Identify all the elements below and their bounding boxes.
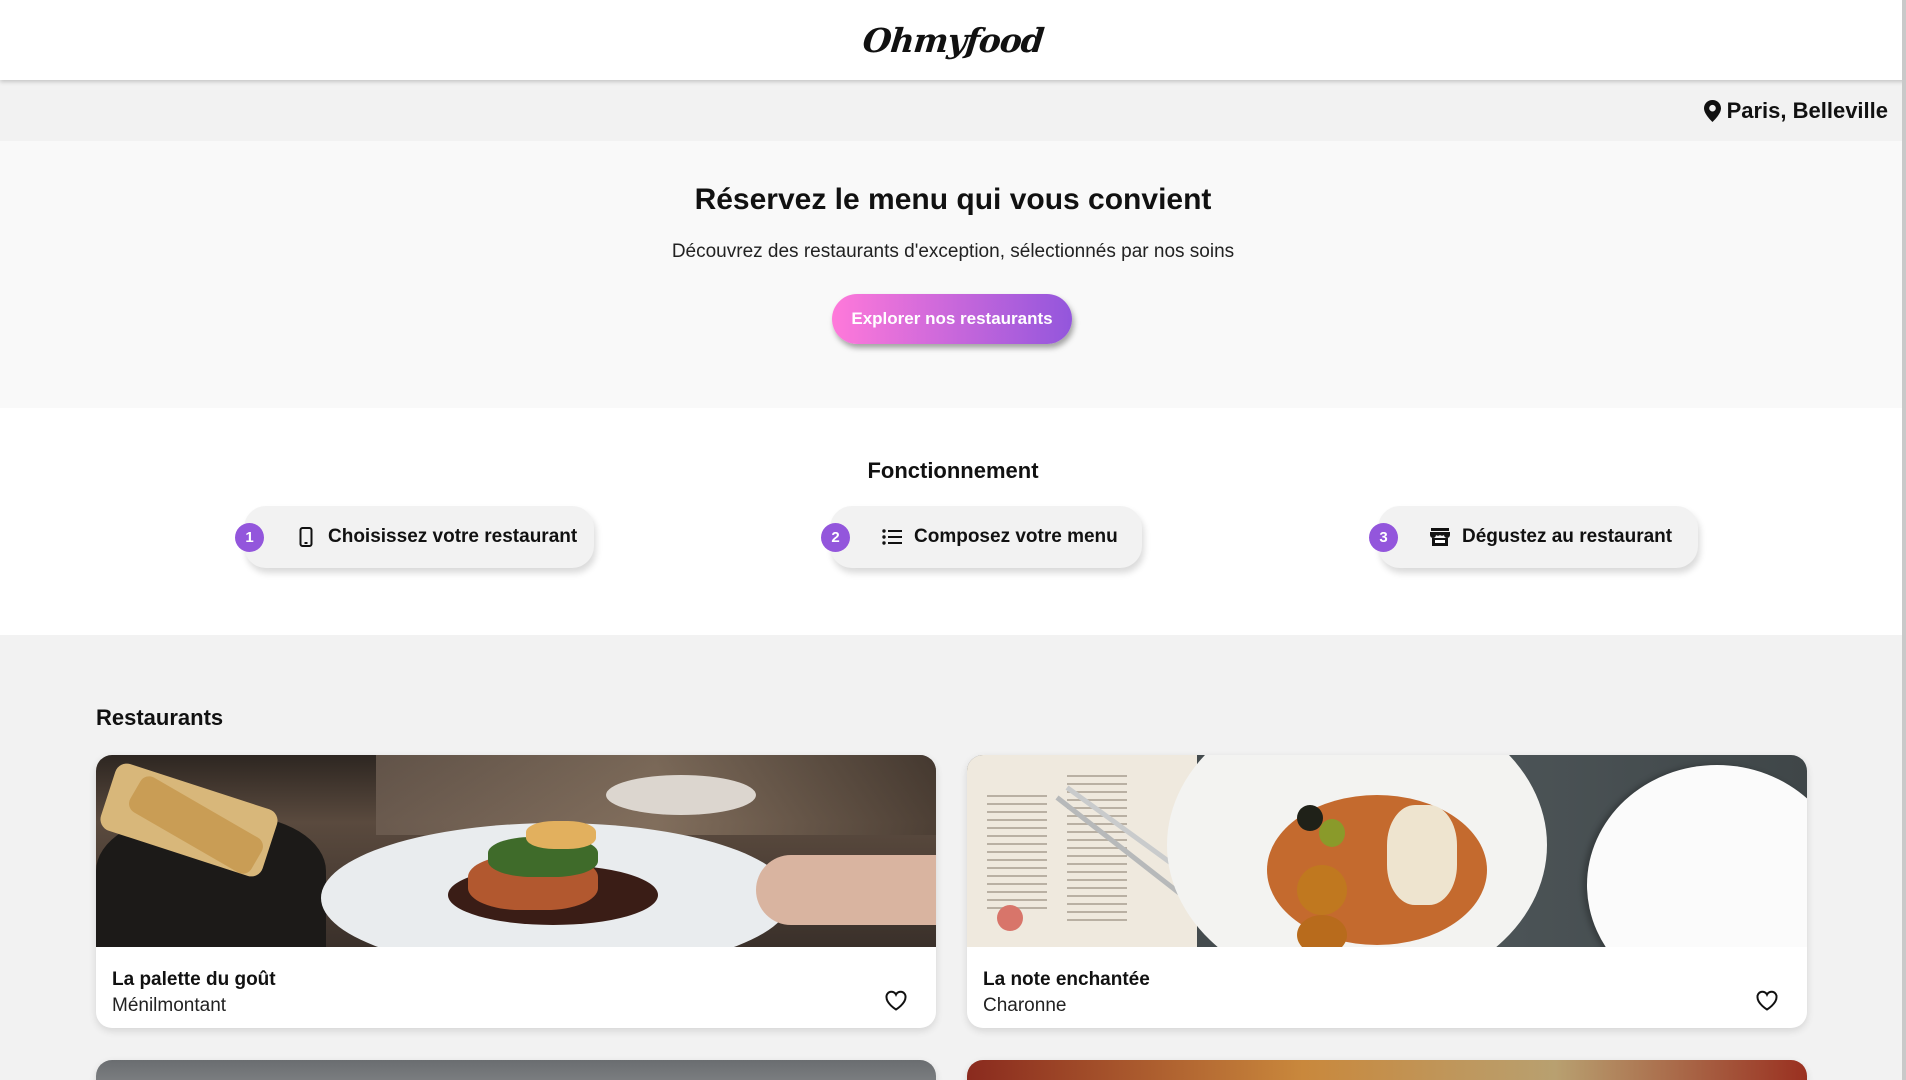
step-number: 2: [821, 523, 850, 552]
step-compose-menu: 2 Composez votre menu: [821, 506, 1142, 568]
step-label: Dégustez au restaurant: [1462, 526, 1673, 547]
how-it-works: Fonctionnement 1 Choisissez votre restau…: [0, 408, 1906, 635]
hero-title: Réservez le menu qui vous convient: [694, 183, 1212, 216]
restaurant-area: Ménilmontant: [112, 995, 227, 1016]
phone-icon: [296, 527, 316, 547]
section-title: Restaurants: [96, 705, 224, 730]
restaurant-name: La note enchantée: [983, 969, 1150, 990]
restaurants-section: Restaurants La palette du goût Ménilmont…: [0, 635, 1906, 1080]
restaurant-card[interactable]: [967, 1060, 1807, 1080]
hero: Réservez le menu qui vous convient Décou…: [0, 141, 1906, 408]
restaurant-card[interactable]: La note enchantée Charonne: [967, 755, 1807, 1028]
explore-restaurants-button[interactable]: Explorer nos restaurants: [832, 294, 1072, 344]
step-enjoy-restaurant: 3 Dégustez au restaurant: [1369, 506, 1698, 568]
logo[interactable]: Ohmyfood: [861, 21, 1045, 60]
restaurant-photo: [967, 755, 1807, 947]
step-label: Choisissez votre restaurant: [328, 526, 578, 547]
restaurant-photo: [96, 755, 936, 947]
location[interactable]: Paris, Belleville: [1703, 97, 1888, 124]
location-text: Paris, Belleville: [1726, 97, 1888, 123]
scrollbar[interactable]: [1902, 0, 1906, 1080]
site-header: Ohmyfood: [0, 0, 1906, 80]
restaurant-name: La palette du goût: [112, 969, 276, 990]
restaurant-photo: [96, 1060, 936, 1080]
heart-icon[interactable]: [884, 989, 908, 1011]
restaurant-card[interactable]: [96, 1060, 936, 1080]
restaurant-card[interactable]: La palette du goût Ménilmontant: [96, 755, 936, 1028]
section-title: Fonctionnement: [867, 458, 1039, 483]
location-bar: Paris, Belleville: [0, 80, 1906, 141]
step-number: 3: [1369, 523, 1398, 552]
store-icon: [1430, 527, 1450, 547]
hero-subtitle: Découvrez des restaurants d'exception, s…: [671, 241, 1235, 262]
step-label: Composez votre menu: [914, 526, 1118, 547]
list-icon: [882, 527, 902, 547]
restaurant-area: Charonne: [983, 995, 1067, 1016]
step-choose-restaurant: 1 Choisissez votre restaurant: [235, 506, 594, 568]
heart-icon[interactable]: [1755, 989, 1779, 1011]
restaurant-photo: [967, 1060, 1807, 1080]
step-number: 1: [235, 523, 264, 552]
map-pin-icon: [1703, 99, 1721, 122]
